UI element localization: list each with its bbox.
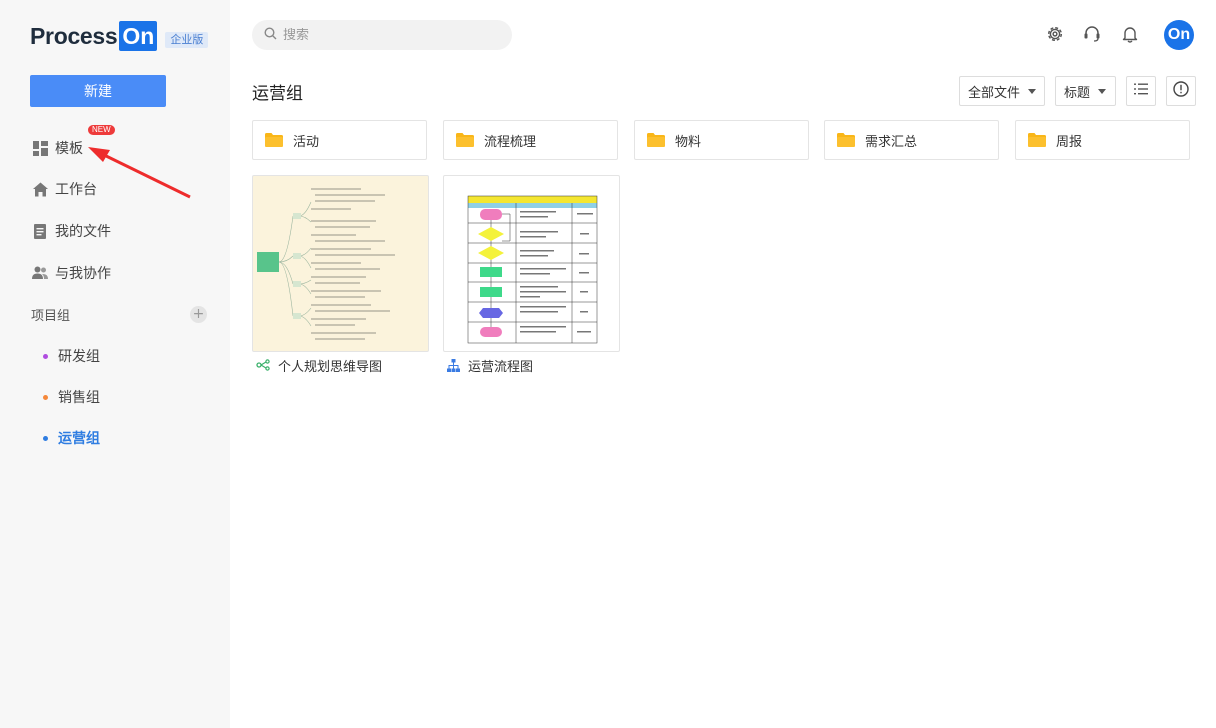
logo-text-on: On	[119, 21, 158, 51]
folder-icon	[456, 133, 474, 147]
new-badge: NEW	[88, 125, 115, 135]
group-label: 运营组	[58, 431, 100, 447]
file-filter-dropdown[interactable]: 全部文件	[959, 76, 1045, 106]
search-bar[interactable]	[252, 20, 512, 50]
mindmap-preview-image	[257, 188, 395, 340]
sidebar-group-sales[interactable]: 销售组	[43, 387, 100, 407]
mindmap-icon	[256, 359, 270, 371]
flowchart-preview-image	[467, 195, 598, 344]
sidebar-item-label: 模板	[55, 141, 83, 157]
group-dot	[43, 394, 48, 400]
user-avatar[interactable]: On	[1164, 20, 1194, 50]
sidebar-group-operations[interactable]: 运营组	[43, 428, 100, 448]
info-button[interactable]	[1166, 76, 1196, 106]
template-icon	[32, 140, 48, 156]
group-label: 销售组	[58, 390, 100, 406]
sidebar-item-my-files[interactable]: 我的文件	[32, 220, 111, 242]
search-input[interactable]	[283, 27, 483, 43]
home-icon	[32, 181, 48, 197]
file-filter-value: 全部文件	[968, 85, 1021, 101]
list-view-button[interactable]	[1126, 76, 1156, 106]
folder-name: 流程梳理	[484, 134, 537, 150]
folder-item[interactable]: 需求汇总	[824, 120, 999, 160]
flowchart-icon	[447, 358, 460, 372]
add-group-button[interactable]: +	[190, 306, 207, 323]
support-headset-icon[interactable]	[1082, 24, 1102, 44]
folder-name: 活动	[293, 134, 320, 150]
logo[interactable]: Process On 企业版	[30, 20, 209, 52]
group-dot	[43, 435, 48, 441]
collaborate-icon	[32, 265, 48, 281]
sort-dropdown[interactable]: 标题	[1055, 76, 1116, 106]
group-dot	[43, 353, 48, 359]
folder-item[interactable]: 活动	[252, 120, 427, 160]
folder-icon	[265, 133, 283, 147]
page-title: 运营组	[252, 84, 303, 104]
sidebar-item-label: 我的文件	[55, 224, 111, 240]
file-thumbnail[interactable]	[252, 175, 429, 352]
search-icon	[264, 26, 277, 44]
folder-item[interactable]: 流程梳理	[443, 120, 618, 160]
sidebar-item-label: 工作台	[55, 182, 97, 198]
sidebar-item-shared[interactable]: 与我协作	[32, 262, 111, 284]
list-view-icon	[1134, 83, 1148, 99]
file-icon	[32, 223, 48, 239]
sidebar-item-workbench[interactable]: 工作台	[32, 178, 97, 200]
notification-bell-icon[interactable]	[1120, 24, 1140, 44]
logo-text-process: Process	[30, 22, 118, 49]
sort-value: 标题	[1064, 85, 1091, 101]
file-title-row: 运营流程图	[443, 356, 620, 375]
chevron-down-icon	[1028, 88, 1036, 94]
folder-name: 周报	[1056, 134, 1083, 150]
folder-item[interactable]: 周报	[1015, 120, 1190, 160]
folder-icon	[647, 133, 665, 147]
sidebar: Process On 企业版 新建 模板 NEW 工作台 我的文件 与我协作 项…	[0, 0, 230, 728]
edition-badge: 企业版	[165, 32, 209, 48]
settings-icon[interactable]	[1045, 24, 1065, 44]
folder-name: 物料	[675, 134, 702, 150]
file-card[interactable]: 个人规划思维导图	[252, 175, 429, 375]
folder-name: 需求汇总	[865, 134, 918, 150]
new-button[interactable]: 新建	[30, 75, 166, 107]
sidebar-group-rnd[interactable]: 研发组	[43, 346, 100, 366]
file-title-row: 个人规划思维导图	[252, 356, 429, 375]
file-thumbnail[interactable]	[443, 175, 620, 352]
folder-icon	[1028, 133, 1046, 147]
file-name[interactable]: 运营流程图	[468, 356, 533, 375]
folder-item[interactable]: 物料	[634, 120, 809, 160]
folder-icon	[837, 133, 855, 147]
sidebar-item-templates[interactable]: 模板 NEW	[32, 125, 115, 159]
project-groups-title: 项目组	[31, 309, 71, 324]
chevron-down-icon	[1098, 88, 1107, 94]
file-name[interactable]: 个人规划思维导图	[278, 356, 382, 375]
sidebar-item-label: 与我协作	[55, 266, 111, 282]
info-icon	[1173, 81, 1189, 101]
file-card[interactable]: 运营流程图	[443, 175, 620, 375]
group-label: 研发组	[58, 349, 100, 365]
